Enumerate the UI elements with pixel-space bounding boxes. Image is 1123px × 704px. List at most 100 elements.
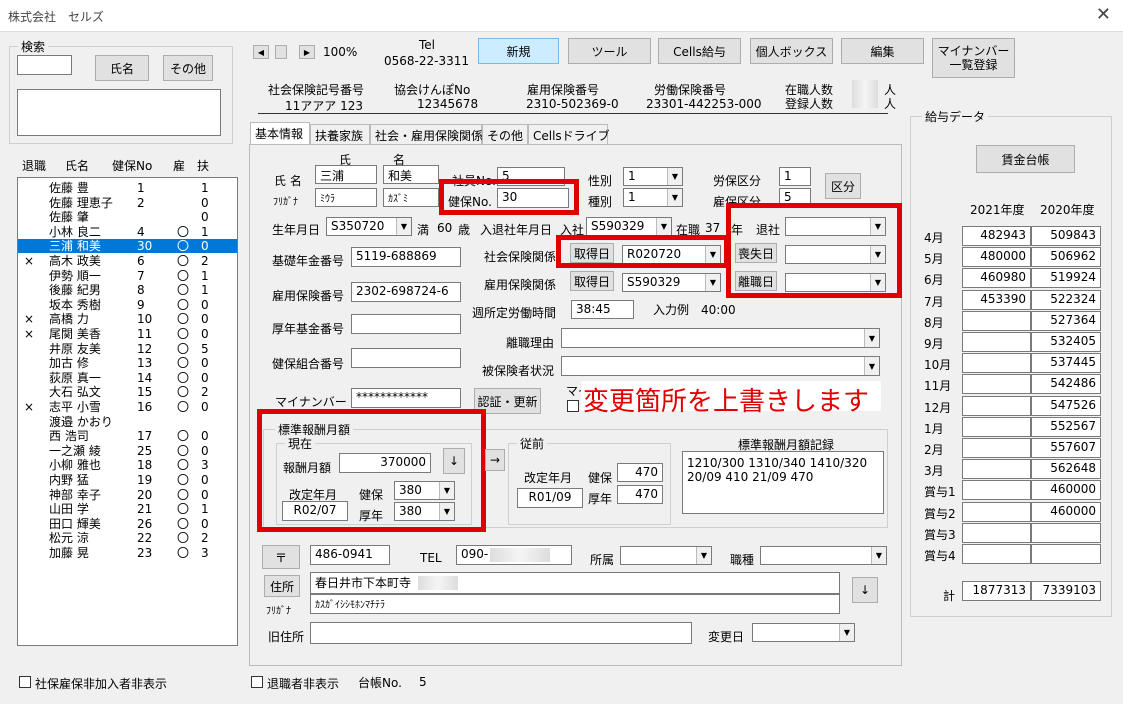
koyo-shutoku-button[interactable]: 取得日 (570, 271, 614, 291)
cells-kyuyo-button[interactable]: Cells給与 (658, 38, 741, 64)
koyo-no-input[interactable]: 2302-698724-6 (351, 282, 461, 302)
kyuyo-2020-cell[interactable] (1031, 544, 1101, 564)
kyuyo-2020-cell[interactable]: 522324 (1031, 289, 1101, 310)
close-icon[interactable]: ✕ (1096, 4, 1111, 25)
mynumber-list-button[interactable]: マイナンバー 一覧登録 (932, 38, 1015, 78)
old-address-input[interactable] (310, 622, 692, 644)
sei-kana-input[interactable]: ﾐｳﾗ (315, 188, 377, 207)
list-item[interactable]: 佐藤 豊 1 1 (18, 181, 237, 195)
tool-button[interactable]: ツール (568, 38, 651, 64)
rodo-jikan-input[interactable]: 38:45 (571, 300, 634, 319)
kyuyo-2021-cell[interactable] (962, 501, 1031, 522)
shokushu-select[interactable]: ▼ (760, 546, 887, 565)
soshitsu-select[interactable]: ▼ (785, 245, 886, 264)
kyuyo-2021-cell[interactable]: 482943 (962, 226, 1031, 246)
tab-basic-info[interactable]: 基本情報 (250, 122, 310, 144)
getsugaku-down-button[interactable]: ↓ (443, 448, 465, 474)
kyuyo-2020-cell[interactable]: 460000 (1031, 480, 1101, 501)
soshitsu-button[interactable]: 喪失日 (735, 243, 777, 263)
address-button[interactable]: 住所 (264, 575, 300, 597)
kyuyo-2021-cell[interactable] (962, 374, 1031, 395)
tab-sonota[interactable]: その他 (482, 124, 528, 144)
kyuyo-2020-cell[interactable] (1031, 522, 1101, 543)
list-item[interactable]: 加藤 晃 23 〇 3 (18, 546, 237, 560)
list-item[interactable]: 佐藤 理恵子 2 0 (18, 196, 237, 210)
list-item[interactable]: 小柳 雅也 18 〇 3 (18, 458, 237, 472)
list-item[interactable]: × 高橋 力 10 〇 0 (18, 312, 237, 326)
kyuyo-2020-cell[interactable]: 506962 (1031, 247, 1101, 268)
prev-kenpo-input[interactable]: 470 (617, 463, 663, 482)
rishoku-riyu-select[interactable]: ▼ (561, 328, 880, 348)
kiso-input[interactable]: 5119-688869 (351, 247, 461, 267)
list-item[interactable]: 井原 友美 12 〇 5 (18, 342, 237, 356)
list-item[interactable]: × 志平 小雪 16 〇 0 (18, 400, 237, 414)
rodo-kubun-input[interactable]: 1 (779, 167, 811, 186)
address-down-button[interactable]: ↓ (852, 577, 878, 603)
seibetsu-select[interactable]: 1 ▼ (623, 167, 683, 186)
kyuyo-2021-cell[interactable] (962, 310, 1031, 331)
shain-no-input[interactable]: 5 (497, 167, 565, 186)
kyuyo-2020-cell[interactable]: 542486 (1031, 374, 1101, 395)
koho-kubun-input[interactable]: 5 (779, 188, 811, 207)
edit-button[interactable]: 編集 (841, 38, 924, 64)
list-item[interactable]: 一之瀬 綾 25 〇 0 (18, 444, 237, 458)
list-item[interactable]: 神部 幸子 20 〇 0 (18, 488, 237, 502)
tab-cells-drive[interactable]: Cellsドライブ (528, 124, 610, 144)
kyuyo-2021-cell[interactable] (962, 438, 1031, 458)
kyuyo-2021-cell[interactable] (962, 544, 1031, 564)
list-item[interactable]: 渡邉 かおり (18, 415, 237, 429)
change-date-select[interactable]: ▼ (752, 623, 855, 642)
list-item[interactable]: 田口 輝美 26 〇 0 (18, 517, 237, 531)
koyo-shutoku-select[interactable]: S590329 ▼ (622, 273, 721, 292)
kyuyo-2020-cell[interactable]: 527364 (1031, 310, 1101, 331)
search-name-button[interactable]: 氏名 (95, 55, 149, 81)
scroll-thumb[interactable] (275, 45, 287, 59)
employee-list[interactable]: 佐藤 豊 1 1 佐藤 理恵子 2 0 佐藤 肇 0 小林 良二 4 〇 1 三浦 和美 30 〇 0 × 高木 … (17, 177, 238, 646)
list-item[interactable]: × 尾関 美香 11 〇 0 (18, 327, 237, 341)
kyuyo-2020-cell[interactable]: 537445 (1031, 353, 1101, 374)
list-item[interactable]: 山田 学 21 〇 1 (18, 502, 237, 516)
list-item[interactable]: 加古 修 13 〇 0 (18, 356, 237, 370)
ninsho-button[interactable]: 認証・更新 (474, 388, 541, 414)
kyuyo-2021-cell[interactable] (962, 522, 1031, 543)
copy-to-prev-button[interactable]: → (485, 449, 505, 471)
kyuyo-2020-cell[interactable]: 460000 (1031, 501, 1101, 522)
personal-box-button[interactable]: 個人ボックス (750, 38, 833, 64)
list-item[interactable]: 西 浩司 17 〇 0 (18, 429, 237, 443)
search-other-button[interactable]: その他 (163, 55, 213, 81)
kyuyo-2021-cell[interactable]: 480000 (962, 247, 1031, 268)
birth-select[interactable]: S350720 ▼ (326, 217, 412, 236)
new-button[interactable]: 新規 (478, 38, 559, 64)
kenpo-no-input[interactable]: 30 (497, 188, 569, 208)
kenpo-grade-select[interactable]: 380 ▼ (394, 481, 455, 500)
scroll-left-button[interactable]: ◀ (253, 45, 269, 59)
list-item[interactable]: 荻原 真一 14 〇 0 (18, 371, 237, 385)
hide-retired-checkbox[interactable] (251, 676, 263, 688)
mei-kana-input[interactable]: ｶｽﾞﾐ (383, 188, 439, 207)
kyuyo-2020-cell[interactable]: 557607 (1031, 438, 1101, 458)
kounen-grade-select[interactable]: 380 ▼ (394, 502, 455, 521)
list-item[interactable]: 小林 良二 4 〇 1 (18, 225, 237, 239)
address-kana-input[interactable]: ｶｽｶﾞｲｼｼﾓﾎﾝﾏﾁﾃﾗ (310, 594, 840, 614)
kosei-kikin-input[interactable] (351, 314, 461, 334)
list-item[interactable]: 佐藤 肇 0 (18, 210, 237, 224)
kaitei-input[interactable]: R02/07 (282, 501, 348, 521)
kyuyo-2021-cell[interactable] (962, 459, 1031, 480)
search-results-box[interactable] (17, 89, 221, 136)
tab-fuyo-kazoku[interactable]: 扶養家族 (310, 124, 370, 144)
zip-button[interactable]: 〒 (262, 545, 300, 569)
zip-input[interactable]: 486-0941 (310, 545, 390, 565)
kyuyo-2021-cell[interactable] (962, 395, 1031, 416)
kubun-button[interactable]: 区分 (825, 173, 861, 199)
rishoku-button[interactable]: 離職日 (735, 271, 777, 291)
kyuyo-2021-cell[interactable] (962, 353, 1031, 374)
prev-kaitei-input[interactable]: R01/09 (517, 488, 583, 508)
shozoku-select[interactable]: ▼ (620, 546, 712, 565)
mynumber-input[interactable]: ************ (351, 388, 461, 408)
list-item[interactable]: 大石 弘文 15 〇 2 (18, 385, 237, 399)
mynumber-checkbox[interactable] (567, 400, 579, 412)
taisha-select[interactable]: ▼ (785, 217, 886, 236)
kyuyo-2021-cell[interactable]: 453390 (962, 289, 1031, 310)
list-item[interactable]: 松元 涼 22 〇 2 (18, 531, 237, 545)
list-item[interactable]: 三浦 和美 30 〇 0 (18, 239, 237, 254)
